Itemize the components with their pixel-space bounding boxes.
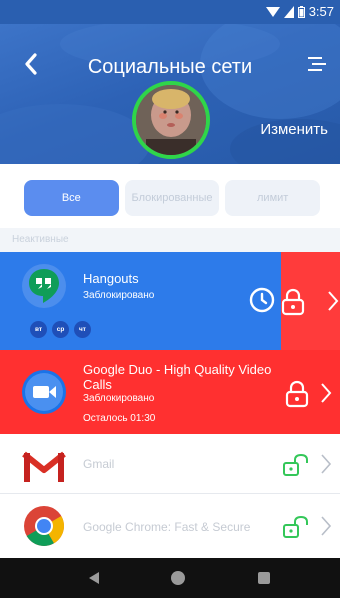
status-icons: 3:57 <box>265 4 334 19</box>
nav-back-icon[interactable] <box>88 571 100 585</box>
hangouts-app-icon <box>22 264 66 308</box>
avatar[interactable] <box>132 81 210 159</box>
nav-recent-apps-icon[interactable] <box>258 572 270 584</box>
edit-button[interactable]: Изменить <box>260 121 328 138</box>
app-name: Google Chrome: Fast & Secure <box>83 520 251 534</box>
page-title: Социальные сети <box>87 56 253 78</box>
chrome-app-icon <box>24 506 64 546</box>
unlock-icon[interactable] <box>282 453 310 477</box>
app-row-gmail[interactable]: Gmail <box>0 434 340 494</box>
app-status: Заблокировано <box>83 393 155 404</box>
wifi-icon <box>265 6 280 17</box>
chevron-right-icon <box>328 291 339 311</box>
menu-icon[interactable] <box>308 56 326 72</box>
lock-icon[interactable] <box>285 380 309 408</box>
day-badge-tue: вт <box>30 321 47 338</box>
app-status: Заблокировано <box>83 290 155 301</box>
app-row-hangouts[interactable]: Hangouts Заблокировано вт ср чт <box>0 252 340 350</box>
clock-icon[interactable] <box>249 287 275 313</box>
unlock-icon[interactable] <box>282 515 310 539</box>
battery-icon <box>297 5 305 18</box>
signal-icon <box>283 5 294 18</box>
remaining-time: Осталось 01:30 <box>83 413 156 424</box>
chevron-right-icon[interactable] <box>320 515 332 537</box>
gmail-app-icon <box>22 451 66 482</box>
app-row-google-duo[interactable]: Google Duo - High Quality Video Calls За… <box>0 350 340 434</box>
app-name: Hangouts <box>83 271 139 286</box>
app-name: Google Duo - High Quality Video Calls <box>83 362 272 392</box>
avatar-photo <box>136 85 206 155</box>
filter-tabs: Все Блокированные лимит <box>24 180 321 216</box>
tab-blocked[interactable]: Блокированные <box>124 180 220 216</box>
tab-limit[interactable]: лимит <box>225 180 321 216</box>
app-row-google-chrome[interactable]: Google Chrome: Fast & Secure <box>0 494 340 558</box>
chevron-right-icon[interactable] <box>320 382 332 404</box>
section-header-inactive: Неактивные <box>0 228 340 252</box>
app-name: Gmail <box>83 457 115 471</box>
google-duo-app-icon <box>22 370 66 414</box>
status-bar: 3:57 <box>0 0 340 24</box>
status-time: 3:57 <box>308 4 334 19</box>
system-nav-bar <box>0 558 340 598</box>
day-badge-wed: ср <box>52 321 69 338</box>
tab-all[interactable]: Все <box>24 180 119 216</box>
header: Социальные сети Изменить <box>0 24 340 164</box>
nav-home-icon[interactable] <box>171 571 185 585</box>
lock-icon <box>281 288 305 316</box>
chevron-right-icon[interactable] <box>320 453 332 475</box>
lock-action-pane[interactable] <box>281 252 340 350</box>
day-badge-thu: чт <box>74 321 91 338</box>
